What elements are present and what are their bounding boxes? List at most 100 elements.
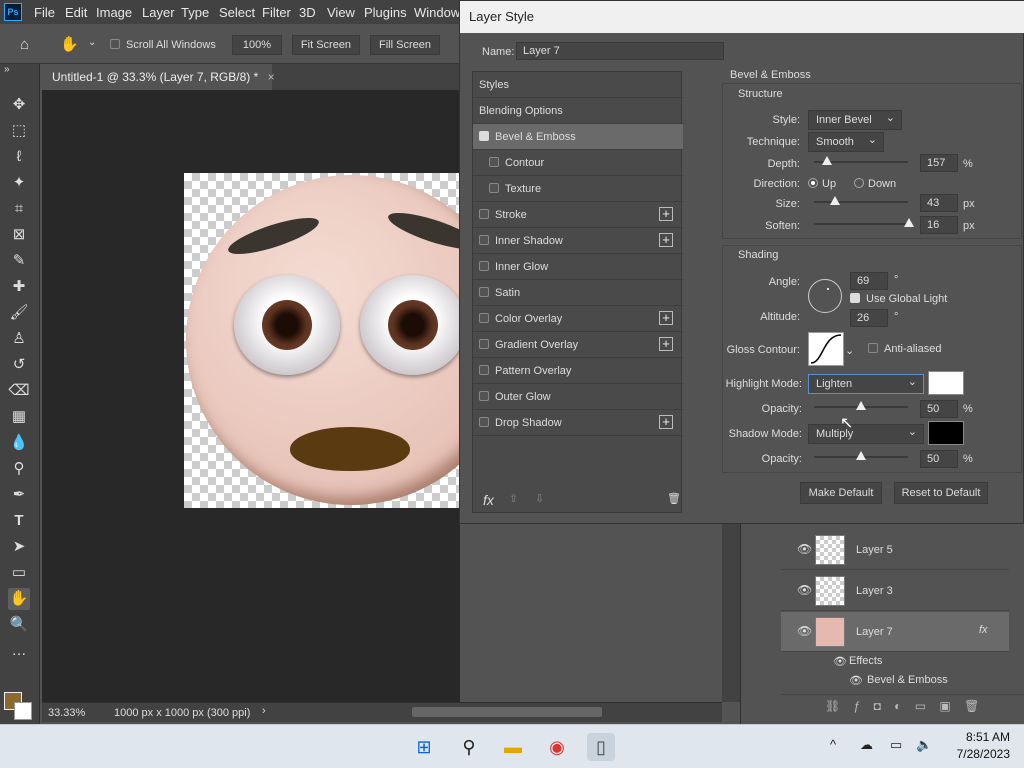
fx-icon[interactable]: fx	[979, 624, 988, 636]
menu-3d[interactable]: 3D	[299, 5, 316, 20]
chevron-down-icon[interactable]: ⌄	[88, 37, 96, 48]
size-field[interactable]: 43	[920, 194, 958, 212]
search-icon[interactable]: ⚲	[455, 733, 483, 761]
style-item-color-overlay[interactable]: Color Overlay +	[473, 306, 683, 332]
highlight-opacity-slider[interactable]	[814, 401, 908, 410]
home-icon[interactable]: ⌂	[20, 36, 29, 53]
clock-time[interactable]: 8:51 AM	[950, 730, 1010, 744]
menu-image[interactable]: Image	[96, 5, 132, 20]
style-item-drop-shadow[interactable]: Drop Shadow +	[473, 410, 683, 436]
menu-window[interactable]: Window	[414, 5, 460, 20]
highlight-mode-select[interactable]: Lighten	[808, 374, 924, 394]
highlight-color-swatch[interactable]	[928, 371, 964, 395]
anti-aliased-checkbox[interactable]: Anti-aliased	[868, 343, 941, 355]
angle-dial[interactable]	[808, 279, 842, 313]
blending-options[interactable]: Blending Options	[473, 98, 683, 124]
more-tools-icon[interactable]: …	[8, 640, 30, 662]
move-tool-icon[interactable]: ✥	[8, 94, 30, 116]
lasso-tool-icon[interactable]: ℓ	[8, 146, 30, 168]
angle-field[interactable]: 69	[850, 272, 888, 290]
history-brush-icon[interactable]: ↺	[8, 354, 30, 376]
gradient-tool-icon[interactable]: ▦	[8, 406, 30, 428]
direction-up-radio[interactable]: Up	[808, 178, 836, 190]
eyedropper-icon[interactable]: ✎	[8, 250, 30, 272]
fx-icon[interactable]: fx	[483, 492, 494, 508]
zoom-100-button[interactable]: 100%	[232, 35, 282, 55]
gloss-contour-picker[interactable]	[808, 332, 844, 366]
path-select-icon[interactable]: ➤	[8, 536, 30, 558]
style-item-inner-glow[interactable]: Inner Glow	[473, 254, 683, 280]
menu-filter[interactable]: Filter	[262, 5, 291, 20]
magic-wand-icon[interactable]: ✦	[8, 172, 30, 194]
stamp-tool-icon[interactable]: ♙	[8, 328, 30, 350]
shadow-color-swatch[interactable]	[928, 421, 964, 445]
brush-tool-icon[interactable]: 🖌	[8, 302, 30, 324]
effects-eye-icon[interactable]: 👁	[833, 655, 847, 668]
style-item-outer-glow[interactable]: Outer Glow	[473, 384, 683, 410]
menu-view[interactable]: View	[327, 5, 355, 20]
style-item-texture[interactable]: Texture	[473, 176, 683, 202]
shadow-mode-select[interactable]: Multiply	[808, 424, 924, 444]
layer-row[interactable]: 👁 Layer 5	[781, 530, 1009, 570]
eraser-tool-icon[interactable]: ⌫	[8, 380, 30, 402]
style-item-bevel[interactable]: Bevel & Emboss	[473, 124, 683, 150]
layer-row[interactable]: 👁 Layer 3	[781, 571, 1009, 611]
style-select[interactable]: Inner Bevel	[808, 110, 902, 130]
horizontal-scrollbar[interactable]	[412, 707, 602, 717]
fit-screen-button[interactable]: Fit Screen	[292, 35, 360, 55]
style-item-inner-shadow[interactable]: Inner Shadow +	[473, 228, 683, 254]
visibility-eye-icon[interactable]: 👁	[797, 583, 812, 597]
pen-tool-icon[interactable]: ✒	[8, 484, 30, 506]
frame-tool-icon[interactable]: ⊠	[8, 224, 30, 246]
monitor-icon[interactable]: ▭	[890, 737, 902, 753]
hand-tool-active-icon[interactable]: ✋	[8, 588, 30, 610]
altitude-field[interactable]: 26	[850, 309, 888, 327]
network-icon[interactable]: ☁	[860, 737, 873, 753]
soften-slider[interactable]	[814, 218, 914, 227]
depth-field[interactable]: 157	[920, 154, 958, 172]
type-tool-icon[interactable]: T	[8, 510, 30, 532]
technique-select[interactable]: Smooth	[808, 132, 884, 152]
highlight-opacity-field[interactable]: 50	[920, 400, 958, 418]
rectangle-tool-icon[interactable]: ▭	[8, 562, 30, 584]
menu-type[interactable]: Type	[181, 5, 209, 20]
layer-row-selected[interactable]: 👁 Layer 7 fx	[781, 612, 1009, 652]
fill-screen-button[interactable]: Fill Screen	[370, 35, 440, 55]
document-tab[interactable]: Untitled-1 @ 33.3% (Layer 7, RGB/8) * ×	[42, 64, 275, 90]
volume-icon[interactable]: 🔈	[916, 737, 932, 753]
document-canvas[interactable]	[184, 173, 460, 508]
menu-file[interactable]: File	[34, 5, 55, 20]
zoom-tool-icon[interactable]: 🔍	[8, 614, 30, 636]
zoom-readout[interactable]: 33.33%	[48, 707, 85, 719]
scroll-all-windows-checkbox[interactable]: Scroll All Windows	[110, 39, 216, 51]
style-item-contour[interactable]: Contour	[473, 150, 683, 176]
chevron-down-icon[interactable]: ⌄	[845, 344, 854, 357]
style-item-pattern-overlay[interactable]: Pattern Overlay	[473, 358, 683, 384]
menu-select[interactable]: Select	[219, 5, 255, 20]
depth-slider[interactable]	[814, 156, 908, 165]
layers-footer-icons[interactable]: ⛓ ƒ ◘ ◐ ▭ ▣ 🗑	[781, 694, 1024, 718]
background-color-swatch[interactable]	[14, 702, 32, 720]
size-slider[interactable]	[814, 196, 908, 205]
marquee-tool-icon[interactable]: ⬚	[8, 120, 30, 142]
windows-start-icon[interactable]: ⊞	[410, 733, 438, 761]
bevel-eye-icon[interactable]: 👁	[849, 674, 863, 687]
document-app-icon[interactable]: ▯	[587, 733, 615, 761]
name-field[interactable]: Layer 7	[516, 42, 724, 60]
styles-header[interactable]: Styles	[473, 72, 683, 98]
clock-date[interactable]: 7/28/2023	[944, 747, 1010, 761]
chevron-up-icon[interactable]: ^	[830, 737, 836, 752]
style-item-satin[interactable]: Satin	[473, 280, 683, 306]
trash-icon[interactable]: 🗑	[667, 492, 681, 505]
menu-plugins[interactable]: Plugins	[364, 5, 407, 20]
soften-field[interactable]: 16	[920, 216, 958, 234]
chevron-right-icon[interactable]: ›	[262, 705, 266, 717]
visibility-eye-icon[interactable]: 👁	[797, 542, 812, 556]
shadow-opacity-field[interactable]: 50	[920, 450, 958, 468]
make-default-button[interactable]: Make Default	[800, 482, 882, 504]
direction-down-radio[interactable]: Down	[854, 178, 896, 190]
crop-tool-icon[interactable]: ⌗	[8, 198, 30, 220]
reset-default-button[interactable]: Reset to Default	[894, 482, 988, 504]
style-item-gradient-overlay[interactable]: Gradient Overlay +	[473, 332, 683, 358]
chrome-icon[interactable]: ◉	[543, 733, 571, 761]
